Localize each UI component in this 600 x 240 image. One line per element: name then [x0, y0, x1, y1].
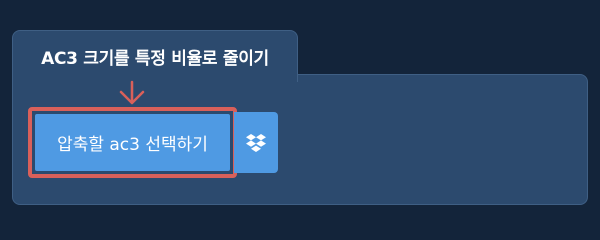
arrow-down-icon	[119, 80, 145, 105]
tab-panel-join	[13, 72, 297, 78]
tool-title: AC3 크기를 특정 비율로 줄이기	[41, 49, 269, 69]
choose-file-button[interactable]: 압축할 ac3 선택하기	[35, 114, 230, 171]
dropbox-button[interactable]	[234, 112, 278, 173]
choose-file-label: 압축할 ac3 선택하기	[57, 135, 208, 155]
dropbox-icon	[246, 133, 266, 152]
